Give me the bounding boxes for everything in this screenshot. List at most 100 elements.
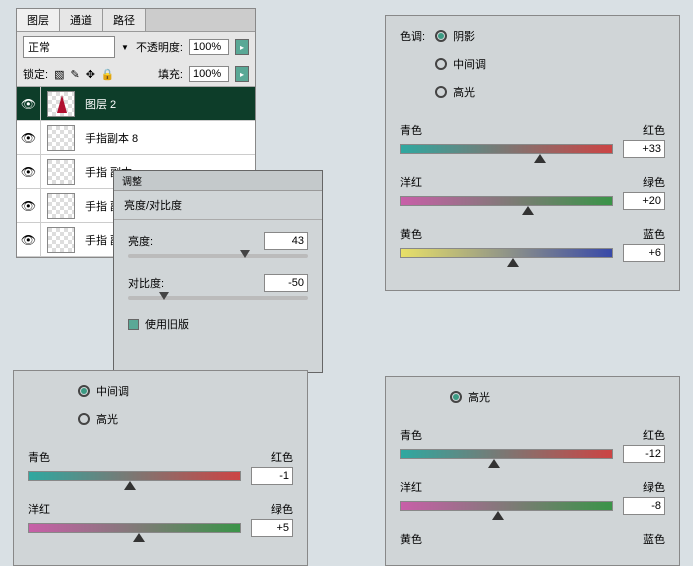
opacity-dropdown[interactable]: ▸ <box>235 39 249 55</box>
cb-slider-track[interactable] <box>28 471 241 481</box>
tone-label: 阴影 <box>453 28 475 44</box>
slider-right-label: 绿色 <box>643 174 665 190</box>
cb-sliders: 青色 红色 洋红 绿色 <box>400 427 665 515</box>
tone-label: 高光 <box>468 389 490 405</box>
radio-icon[interactable] <box>78 385 90 397</box>
tone-option[interactable]: 高光 <box>435 84 486 100</box>
tone-option[interactable]: 高光 <box>450 389 665 405</box>
layer-thumbnail[interactable] <box>47 91 75 117</box>
layer-thumbnail[interactable] <box>47 227 75 253</box>
fill-label: 填充: <box>158 66 183 82</box>
cb-value-input[interactable] <box>251 519 293 537</box>
slider-right-label: 红色 <box>643 427 665 443</box>
layer-thumbnail[interactable] <box>47 125 75 151</box>
visibility-eye-icon[interactable]: 👁 <box>17 121 41 155</box>
lock-move-icon[interactable]: ✥ <box>86 68 95 81</box>
legacy-label: 使用旧版 <box>145 316 189 332</box>
cb-sliders: 青色 红色 洋红 绿色 <box>28 449 293 537</box>
tone-label: 高光 <box>96 411 118 427</box>
slider-knob[interactable] <box>492 511 504 520</box>
slider-right-label: 蓝色 <box>643 531 665 547</box>
layer-name: 图层 2 <box>81 96 116 112</box>
adjust-value-input[interactable] <box>264 274 308 292</box>
slider-left-label: 黄色 <box>400 226 422 242</box>
cb-value-input[interactable] <box>623 192 665 210</box>
slider-left-label: 青色 <box>28 449 50 465</box>
slider-knob[interactable] <box>240 250 250 258</box>
tab-layers[interactable]: 图层 <box>17 9 60 31</box>
cb-value-input[interactable] <box>251 467 293 485</box>
slider-left-label: 青色 <box>400 427 422 443</box>
layer-item[interactable]: 👁 手指副本 8 <box>17 121 255 155</box>
cb-slider-track[interactable] <box>400 144 613 154</box>
opacity-input[interactable]: 100% <box>189 39 229 55</box>
adjust-row: 对比度: <box>128 274 308 300</box>
slider-knob[interactable] <box>124 481 136 490</box>
cb-slider-partial: 黄色 蓝色 <box>400 531 665 547</box>
fill-dropdown[interactable]: ▸ <box>235 66 249 82</box>
radio-icon[interactable] <box>78 413 90 425</box>
radio-icon[interactable] <box>435 30 447 42</box>
adjust-title: 亮度/对比度 <box>114 191 322 220</box>
adjust-value-input[interactable] <box>264 232 308 250</box>
visibility-eye-icon[interactable]: 👁 <box>17 87 41 121</box>
visibility-eye-icon[interactable]: 👁 <box>17 223 41 257</box>
cb-slider-track[interactable] <box>400 248 613 258</box>
tone-option[interactable]: 阴影 <box>435 28 486 44</box>
cb-slider: 青色 红色 <box>400 122 665 158</box>
tone-label: 色调: <box>400 28 425 44</box>
cb-slider-track[interactable] <box>28 523 241 533</box>
radio-icon[interactable] <box>435 86 447 98</box>
lock-icons: ▧ ✎ ✥ 🔒 <box>54 68 115 81</box>
tone-option[interactable]: 高光 <box>78 411 293 427</box>
radio-icon[interactable] <box>450 391 462 403</box>
fill-input[interactable]: 100% <box>189 66 229 82</box>
slider-knob[interactable] <box>133 533 145 542</box>
tab-paths[interactable]: 路径 <box>103 9 146 31</box>
adjust-tab[interactable]: 调整 <box>114 171 322 191</box>
color-balance-shadows: 色调: 阴影 中间调 高光 青色 红色 洋红 绿色 <box>385 15 680 291</box>
slider-knob[interactable] <box>507 258 519 267</box>
lock-brush-icon[interactable]: ✎ <box>70 68 79 81</box>
cb-value-input[interactable] <box>623 445 665 463</box>
blend-mode-select[interactable]: 正常 <box>23 36 115 58</box>
cb-slider-track[interactable] <box>400 501 613 511</box>
slider-knob[interactable] <box>488 459 500 468</box>
color-balance-highlights: 高光 青色 红色 洋红 绿色 黄色 蓝色 <box>385 376 680 566</box>
slider-knob[interactable] <box>159 292 169 300</box>
adjust-slider[interactable] <box>128 296 308 300</box>
adjust-row: 亮度: <box>128 232 308 258</box>
layer-item[interactable]: 👁 图层 2 <box>17 87 255 121</box>
cb-slider-track[interactable] <box>400 196 613 206</box>
tone-option[interactable]: 中间调 <box>78 383 293 399</box>
cb-slider-track[interactable] <box>400 449 613 459</box>
adjust-body: 亮度: 对比度: 使用旧版 <box>114 220 322 372</box>
tone-option[interactable]: 中间调 <box>435 56 486 72</box>
tab-channels[interactable]: 通道 <box>60 9 103 31</box>
layer-thumbnail[interactable] <box>47 159 75 185</box>
slider-knob[interactable] <box>534 154 546 163</box>
cb-value-input[interactable] <box>623 244 665 262</box>
cb-value-input[interactable] <box>623 140 665 158</box>
slider-knob[interactable] <box>522 206 534 215</box>
legacy-checkbox[interactable] <box>128 319 139 330</box>
lock-all-icon[interactable]: 🔒 <box>101 68 115 81</box>
cb-sliders: 青色 红色 洋红 绿色 黄色 蓝色 <box>400 122 665 262</box>
slider-right-label: 红色 <box>643 122 665 138</box>
lock-label: 锁定: <box>23 66 48 82</box>
visibility-eye-icon[interactable]: 👁 <box>17 155 41 189</box>
cb-slider: 黄色 蓝色 <box>400 226 665 262</box>
tone-label: 中间调 <box>96 383 129 399</box>
tone-label: 高光 <box>453 84 475 100</box>
slider-right-label: 绿色 <box>271 501 293 517</box>
radio-icon[interactable] <box>435 58 447 70</box>
cb-value-input[interactable] <box>623 497 665 515</box>
lock-transparency-icon[interactable]: ▧ <box>54 68 64 81</box>
slider-right-label: 绿色 <box>643 479 665 495</box>
layer-thumbnail[interactable] <box>47 193 75 219</box>
tone-options: 高光 <box>450 389 665 411</box>
opacity-label: 不透明度: <box>136 39 183 55</box>
adjust-label: 对比度: <box>128 275 164 291</box>
adjust-slider[interactable] <box>128 254 308 258</box>
visibility-eye-icon[interactable]: 👁 <box>17 189 41 223</box>
